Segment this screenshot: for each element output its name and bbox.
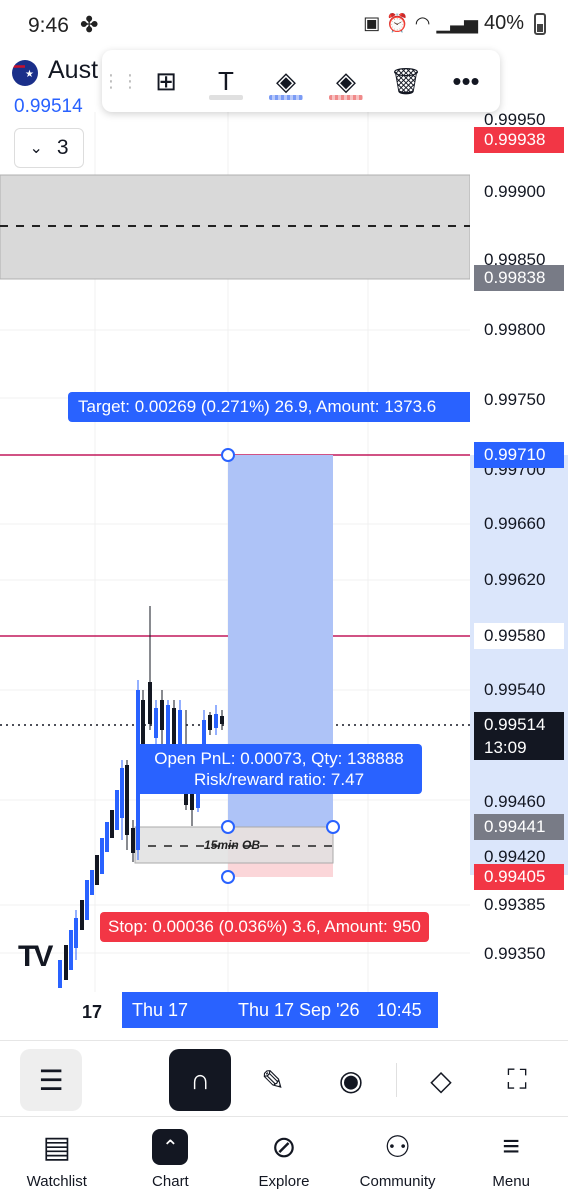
price-label-stop: 0.99405 xyxy=(474,864,564,890)
order-block-label: 15min OB xyxy=(204,838,261,852)
bar-countdown: 13:09 xyxy=(484,738,527,757)
price-tick: 0.99800 xyxy=(484,320,546,339)
crosshair-clock: 10:45 xyxy=(376,1000,422,1020)
text-icon[interactable]: T xyxy=(196,50,256,112)
drag-handle-icon[interactable]: ⋮⋮ xyxy=(102,72,139,90)
magnet-icon[interactable]: ∩ xyxy=(169,1049,231,1111)
interval-value: 3 xyxy=(56,136,69,159)
wifi-icon: ◠ xyxy=(414,13,431,33)
nav-community[interactable]: ⚇ Community xyxy=(341,1117,455,1199)
price-label-resistance: 0.99580 xyxy=(474,623,564,649)
price-tick: 0.99350 xyxy=(484,944,546,963)
toolbar-divider xyxy=(396,1063,397,1097)
risk-reward-text: Risk/reward ratio: 7.47 xyxy=(193,770,365,789)
price-tick: 0.99540 xyxy=(484,680,546,699)
trash-icon[interactable]: 🗑 xyxy=(376,50,436,112)
price-tick: 0.99620 xyxy=(484,570,546,589)
stop-info-label[interactable]: Stop: 0.00036 (0.036%) 3.6, Amount: 950 xyxy=(100,912,429,942)
pinwheel-icon: ✤ xyxy=(80,12,99,37)
pencil-lock-icon[interactable]: ✎ xyxy=(242,1049,304,1111)
signal-icon: ▁▃▅ xyxy=(436,13,478,33)
price-tick: 0.99900 xyxy=(484,182,546,201)
app-screen: 9:46 ✤ ▣ ⏰ ◠ ▁▃▅ 40% 15min OB 0.99950 0.… xyxy=(0,0,568,1199)
compass-icon: ⊘ xyxy=(271,1130,297,1164)
price-label-red-top: 0.99938 xyxy=(474,127,564,153)
price-label-current: 0.99514 13:09 xyxy=(474,712,564,760)
target-info-label[interactable]: Target: 0.00269 (0.271%) 26.9, Amount: 1… xyxy=(68,392,470,422)
battery-percent: 40% xyxy=(483,12,524,34)
time-axis-day: 17 xyxy=(82,1002,103,1022)
crosshair-time-left: Thu 17 Sep xyxy=(122,992,232,1028)
price-label-zone-top: 0.99838 xyxy=(474,265,564,291)
layers-icon[interactable]: ◇ xyxy=(410,1049,472,1111)
price-label-entry: 0.99441 xyxy=(474,814,564,840)
fullscreen-icon[interactable]: ⛶ xyxy=(486,1049,548,1111)
bottom-nav: ▤ Watchlist ⌃ Chart ⊘ Explore ⚇ Communit… xyxy=(0,1116,568,1199)
battery-icon xyxy=(534,12,546,35)
price-chart[interactable] xyxy=(0,112,470,1032)
status-right: ▣ ⏰ ◠ ▁▃▅ 40% xyxy=(363,12,546,35)
entry-handle-left xyxy=(221,820,235,834)
nav-explore[interactable]: ⊘ Explore xyxy=(227,1117,341,1199)
nav-chart[interactable]: ⌃ Chart xyxy=(114,1117,228,1199)
current-price-value: 0.99514 xyxy=(484,715,546,734)
menu-icon: ≡ xyxy=(502,1130,520,1163)
symbol-name[interactable]: Aust xyxy=(48,56,98,85)
nav-label: Chart xyxy=(152,1173,189,1190)
stop-handle xyxy=(221,870,235,884)
eye-icon[interactable]: ◉ xyxy=(320,1049,382,1111)
more-icon[interactable]: ••• xyxy=(436,50,496,112)
status-bar: 9:46 ✤ ▣ ⏰ ◠ ▁▃▅ 40% xyxy=(0,0,568,54)
crosshair-date: Thu 17 Sep '26 xyxy=(238,1000,360,1020)
robot-icon: ▣ xyxy=(363,13,381,33)
fill-red-icon[interactable]: ◈ xyxy=(316,50,376,112)
chevron-down-icon: ⌄ xyxy=(29,140,43,157)
drawing-toolbar: ⋮⋮ ⊞ T ◈ ◈ 🗑 ••• xyxy=(102,50,500,112)
nav-label: Watchlist xyxy=(26,1173,87,1190)
nav-label: Community xyxy=(359,1173,436,1190)
nav-label: Explore xyxy=(258,1173,310,1190)
price-tick: 0.99460 xyxy=(484,792,546,811)
price-tick: 0.99385 xyxy=(484,895,546,914)
crosshair-time-main: Thu 17 Sep '26 10:45 xyxy=(228,992,438,1028)
alarm-icon: ⏰ xyxy=(386,13,409,33)
community-icon: ⚇ xyxy=(384,1130,412,1164)
target-handle xyxy=(221,448,235,462)
fill-blue-icon[interactable]: ◈ xyxy=(256,50,316,112)
interval-selector[interactable]: ⌄ 3 xyxy=(14,128,84,168)
nav-watchlist[interactable]: ▤ Watchlist xyxy=(0,1117,114,1199)
chart-icon: ⌃ xyxy=(152,1129,189,1165)
entry-handle-right xyxy=(326,820,340,834)
price-label-target: 0.99710 xyxy=(474,442,564,468)
nav-label: Menu xyxy=(492,1173,530,1190)
price-tick: 0.99660 xyxy=(484,514,546,533)
nav-menu[interactable]: ≡ Menu xyxy=(454,1117,568,1199)
australia-flag-icon xyxy=(12,60,38,86)
open-pnl-label[interactable]: Open PnL: 0.00073, Qty: 138888 Risk/rewa… xyxy=(136,744,422,794)
drawing-tools-icon[interactable]: ☰ xyxy=(20,1049,82,1111)
price-tick: 0.99750 xyxy=(484,390,546,409)
status-time: 9:46 xyxy=(28,14,69,37)
symbol-last-price: 0.99514 xyxy=(14,96,83,117)
chart-tool-row: ☰ ∩ ✎ ◉ ◇ ⛶ xyxy=(0,1040,568,1112)
add-object-icon[interactable]: ⊞ xyxy=(136,50,196,112)
watchlist-icon: ▤ xyxy=(42,1130,71,1164)
tradingview-logo-icon: TV xyxy=(18,940,53,973)
open-pnl-text: Open PnL: 0.00073, Qty: 138888 xyxy=(154,749,404,768)
